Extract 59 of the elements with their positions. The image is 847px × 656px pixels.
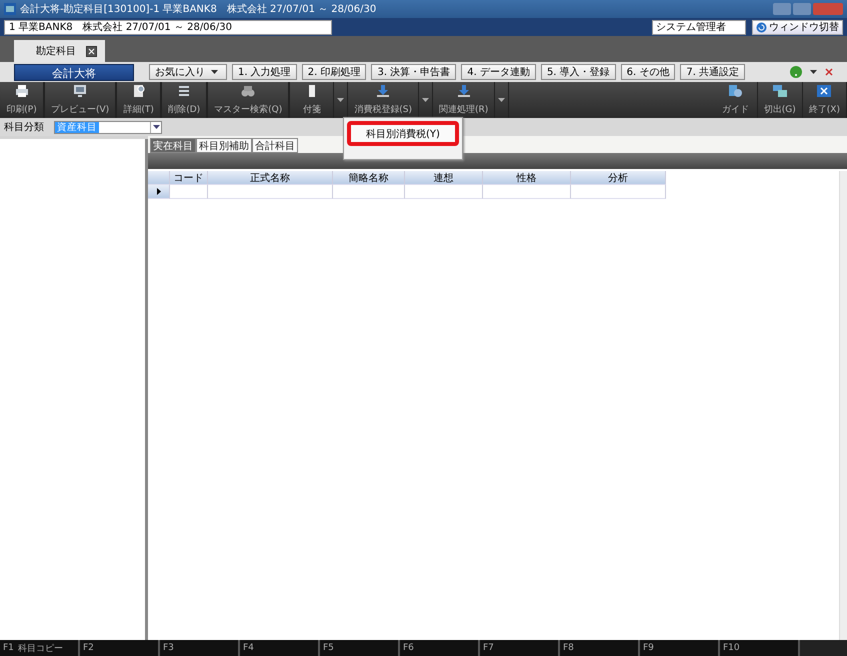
app-menu-button[interactable]: 会計大将 — [14, 64, 134, 80]
function-key[interactable]: F6 — [400, 640, 480, 656]
refresh-icon — [756, 22, 767, 32]
menu-button[interactable]: 6. その他 — [620, 64, 676, 80]
scrollbar[interactable] — [839, 171, 847, 640]
caret-icon — [152, 125, 160, 129]
monitor-icon — [73, 84, 88, 98]
function-key[interactable]: F8 — [560, 640, 640, 656]
close-button[interactable] — [813, 3, 843, 15]
app-icon — [4, 3, 16, 15]
document-tab[interactable]: 勘定科目 — [14, 40, 105, 62]
function-key[interactable]: F2 — [80, 640, 160, 656]
binoculars-icon — [241, 84, 256, 98]
document-magnifier-icon — [132, 84, 146, 98]
menu-button[interactable]: 4. データ連動 — [461, 64, 536, 80]
maximize-button[interactable] — [793, 3, 811, 15]
close-icon — [816, 84, 832, 98]
window-title: 会計大将-勘定科目[130100]-1 早業BANK8 株式会社 27/07/01 ～ 28/06/30 — [20, 2, 376, 16]
minimize-button[interactable] — [773, 3, 791, 15]
sticky-note-icon — [306, 84, 317, 98]
function-key[interactable]: F4 — [240, 640, 320, 656]
close-icon[interactable] — [86, 46, 97, 56]
column-header[interactable]: 性格 — [483, 171, 571, 185]
function-key[interactable]: F9 — [640, 640, 720, 656]
table-cell — [333, 185, 405, 199]
column-header[interactable]: 簡略名称 — [333, 171, 405, 185]
favorites-dropdown[interactable]: お気に入り — [149, 64, 227, 80]
company-field: 1 早業BANK8 株式会社 27/07/01 ～ 28/06/30 — [4, 20, 332, 34]
menu-item[interactable]: 科目別消費税(Y) — [347, 121, 459, 146]
row-pointer-icon — [156, 188, 160, 195]
column-header[interactable]: コード — [170, 171, 208, 185]
function-key[interactable]: F3 — [160, 640, 240, 656]
menu-button[interactable]: 1. 入力処理 — [232, 64, 297, 80]
windows-icon — [772, 84, 788, 98]
function-key[interactable]: F10 — [720, 640, 800, 656]
caret-icon — [211, 70, 218, 74]
list-icon — [177, 84, 192, 98]
menu-button[interactable]: 2. 印刷処理 — [302, 64, 366, 80]
user-field: システム管理者 — [652, 20, 746, 34]
column-header[interactable]: 正式名称 — [208, 171, 333, 185]
tab[interactable]: 合計科目 — [252, 138, 298, 153]
download-arrow-icon — [376, 84, 390, 98]
category-label: 科目分類 — [4, 120, 44, 134]
column-header[interactable]: 分析 — [571, 171, 666, 185]
function-key[interactable]: F1 科目コピー — [0, 640, 80, 656]
printer-icon — [14, 84, 28, 98]
function-key[interactable]: F5 — [320, 640, 400, 656]
guide-icon — [728, 84, 742, 98]
column-header[interactable]: 連想 — [405, 171, 483, 185]
window-switch-button[interactable]: ウィンドウ切替 — [752, 20, 843, 34]
tab[interactable]: 実在科目 — [150, 138, 196, 153]
caret-icon — [810, 70, 817, 74]
tab[interactable]: 科目別補助 — [196, 138, 252, 153]
menu-button[interactable]: 7. 共通設定 — [680, 64, 746, 80]
menu-button[interactable]: 3. 決算・申告書 — [371, 64, 456, 80]
menu-button[interactable]: 5. 導入・登録 — [540, 64, 616, 80]
help-icon[interactable] — [790, 66, 802, 78]
download-arrow-icon — [456, 84, 471, 98]
function-key[interactable]: F7 — [480, 640, 560, 656]
